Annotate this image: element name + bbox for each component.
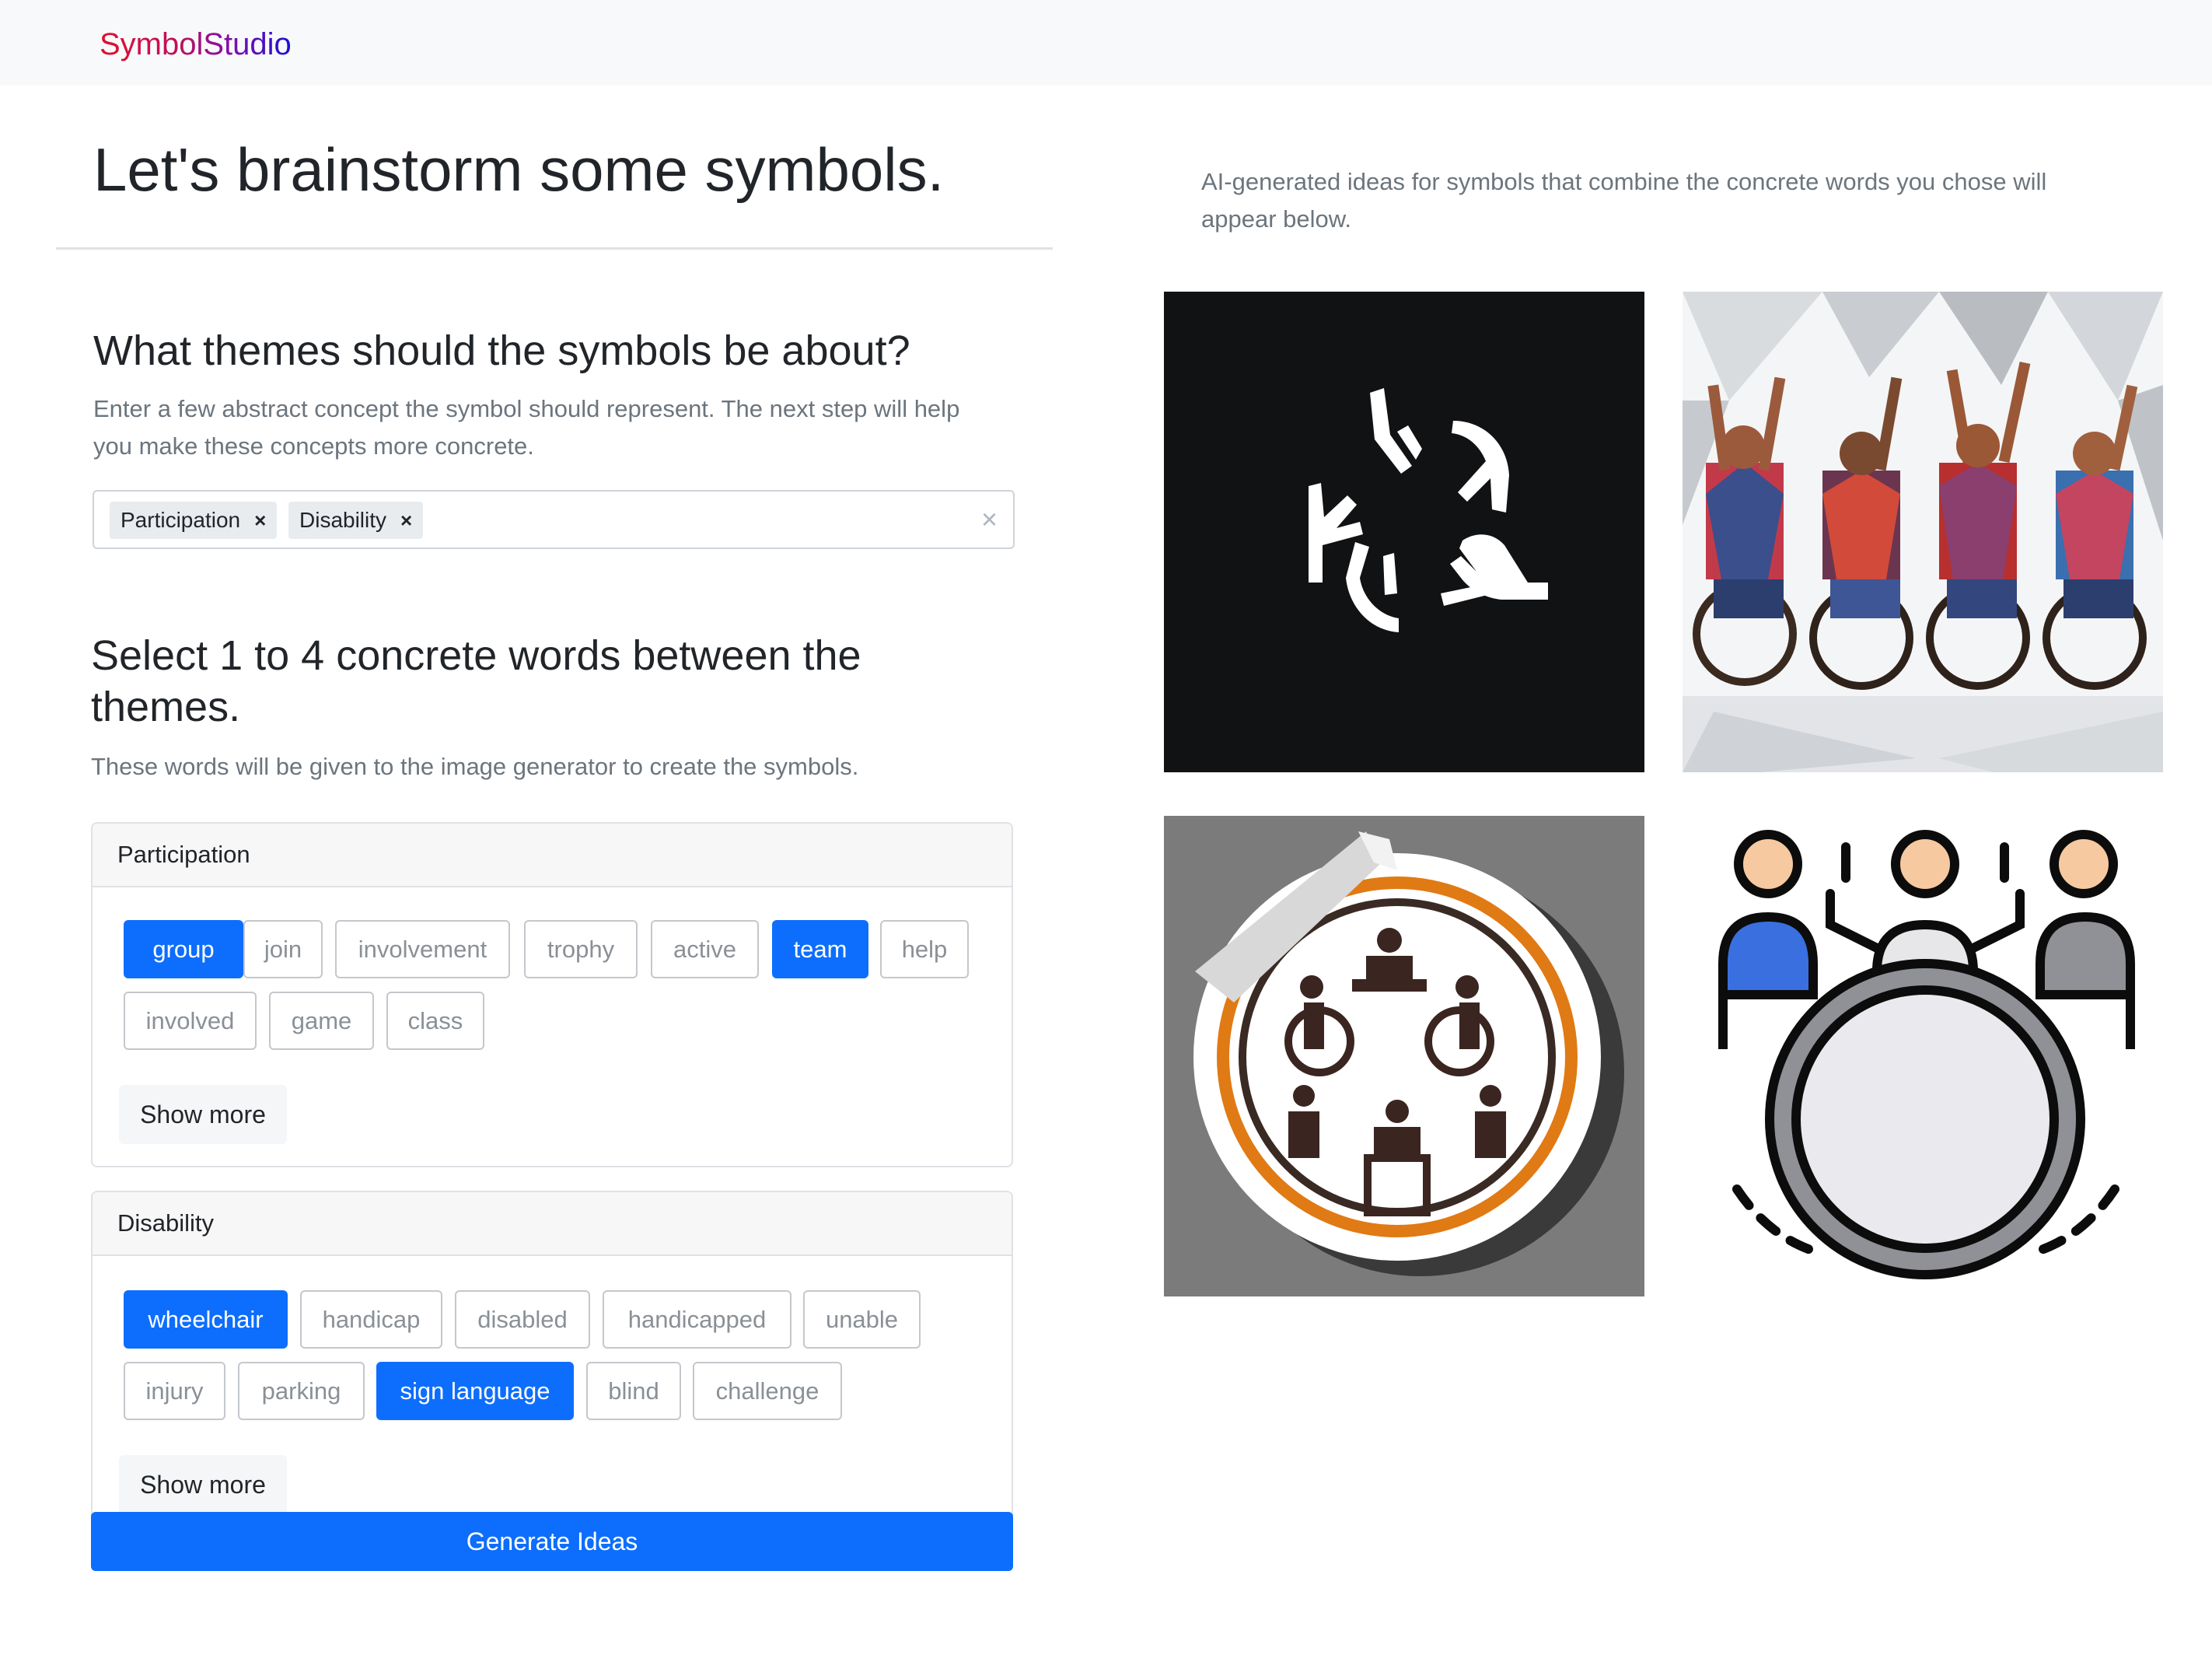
tag-label: Disability	[299, 508, 387, 532]
wheelchair-sticker-image[interactable]	[1164, 816, 1644, 1296]
chip-team[interactable]: team	[772, 920, 868, 978]
chip-help[interactable]: help	[880, 920, 969, 978]
chip-handicapped[interactable]: handicapped	[603, 1290, 791, 1349]
chip-game[interactable]: game	[269, 992, 374, 1050]
card-header: Disability	[93, 1192, 1012, 1256]
team-wheel-illustration	[1683, 816, 2163, 1296]
tag-participation: Participation ×	[110, 502, 278, 539]
results-description-line-1: AI-generated ideas for symbols that comb…	[1201, 168, 2047, 195]
themes-tag-input[interactable]: Participation × Disability × ×	[93, 490, 1015, 549]
tag-remove-icon[interactable]: ×	[254, 509, 266, 532]
show-more-button[interactable]: Show more	[119, 1455, 287, 1514]
chip-join[interactable]: join	[243, 920, 323, 978]
chip-wheelchair[interactable]: wheelchair	[124, 1290, 288, 1349]
themes-description-line-2: you make these concepts more concrete.	[93, 432, 534, 460]
team-wheel-icon-image[interactable]	[1683, 816, 2163, 1296]
chip-injury[interactable]: injury	[124, 1362, 225, 1420]
card-participation: Participation group join involvement tro…	[91, 822, 1013, 1167]
wheelchair-sticker-illustration	[1164, 816, 1644, 1296]
title-divider	[56, 247, 1053, 250]
chip-blind[interactable]: blind	[586, 1362, 681, 1420]
clear-all-icon[interactable]: ×	[981, 502, 998, 537]
chip-challenge[interactable]: challenge	[693, 1362, 842, 1420]
chip-trophy[interactable]: trophy	[524, 920, 638, 978]
chip-active[interactable]: active	[651, 920, 759, 978]
wheelchair-athletes-image[interactable]	[1683, 292, 2163, 772]
words-heading-line-1: Select 1 to 4 concrete words between the	[91, 632, 861, 679]
chip-unable[interactable]: unable	[803, 1290, 921, 1349]
chip-disabled[interactable]: disabled	[455, 1290, 590, 1349]
hands-circle-illustration	[1164, 292, 1644, 772]
tag-disability: Disability ×	[288, 502, 424, 539]
card-disability: Disability wheelchair handicap disabled …	[91, 1191, 1013, 1536]
results-description: AI-generated ideas for symbols that comb…	[1201, 163, 2119, 238]
wheelchair-athletes-illustration	[1683, 292, 2163, 772]
chip-involvement[interactable]: involvement	[335, 920, 510, 978]
navbar: SymbolStudio	[0, 0, 2212, 86]
generate-ideas-button[interactable]: Generate Ideas	[91, 1512, 1013, 1571]
chip-group[interactable]: group	[124, 920, 243, 978]
words-heading-line-2: themes.	[91, 684, 241, 730]
card-header: Participation	[93, 824, 1012, 887]
show-more-button[interactable]: Show more	[119, 1085, 287, 1144]
hands-circle-image[interactable]	[1164, 292, 1644, 772]
brand-logo[interactable]: SymbolStudio	[100, 25, 292, 64]
chip-sign-language[interactable]: sign language	[376, 1362, 574, 1420]
words-description: These words will be given to the image g…	[91, 753, 859, 780]
chip-class[interactable]: class	[386, 992, 484, 1050]
themes-description-line-1: Enter a few abstract concept the symbol …	[93, 395, 960, 422]
page-title: Let's brainstorm some symbols.	[93, 135, 945, 204]
results-description-line-2: appear below.	[1201, 205, 1352, 233]
tag-remove-icon[interactable]: ×	[400, 509, 412, 532]
tag-label: Participation	[121, 508, 241, 532]
chip-involved[interactable]: involved	[124, 992, 257, 1050]
chip-parking[interactable]: parking	[238, 1362, 365, 1420]
chip-handicap[interactable]: handicap	[300, 1290, 442, 1349]
themes-heading: What themes should the symbols be about?	[93, 327, 910, 374]
